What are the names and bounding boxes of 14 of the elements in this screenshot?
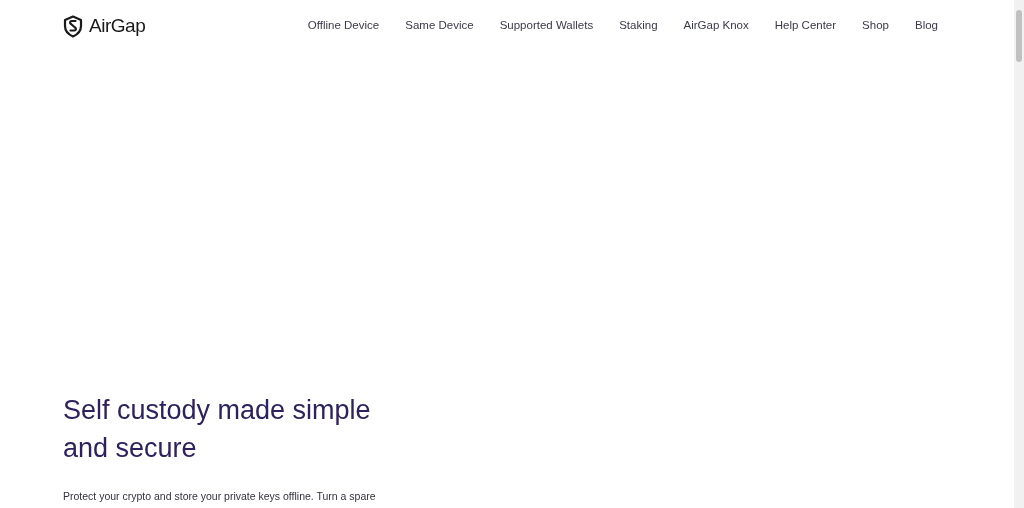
nav-link[interactable]: Supported Wallets	[499, 17, 594, 35]
nav-link[interactable]: Shop	[862, 17, 889, 35]
nav-link[interactable]: Staking	[619, 17, 658, 35]
nav-link[interactable]: Same Device	[405, 17, 474, 35]
logo[interactable]: AirGap	[63, 11, 146, 41]
nav-link[interactable]: Help Center	[774, 17, 837, 35]
nav-link[interactable]: AirGap Knox	[683, 17, 749, 35]
nav-link[interactable]: Offline Device	[307, 17, 380, 35]
nav-link[interactable]: Blog	[914, 17, 938, 35]
scrollbar[interactable]	[1014, 0, 1024, 508]
shield-logo-icon	[63, 14, 83, 38]
scrollbar-thumb[interactable]	[1016, 10, 1022, 62]
hero-headline: Self custody made simple and secure	[63, 394, 372, 466]
hero-text: Protect your crypto and store your private keys offline. Turn a spare	[63, 489, 377, 505]
